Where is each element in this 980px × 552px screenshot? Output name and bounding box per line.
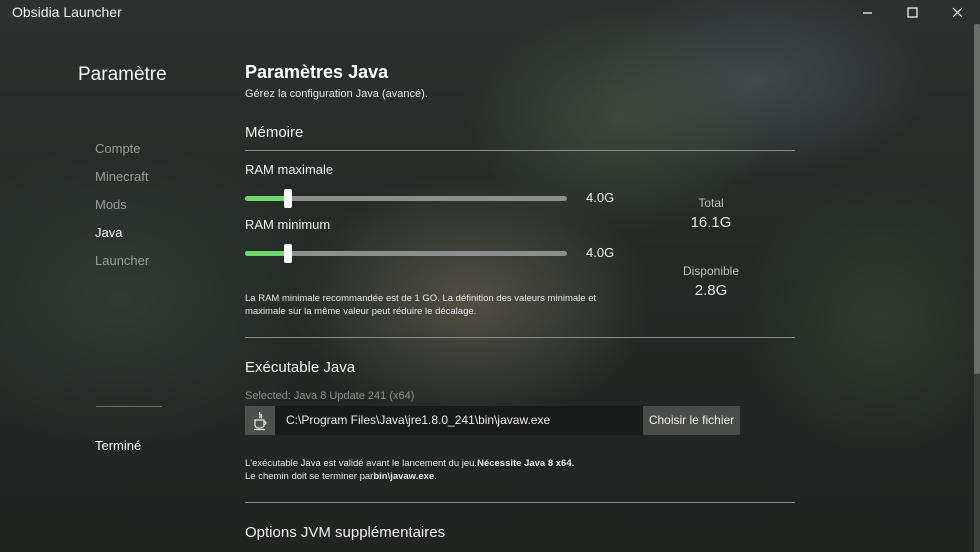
executable-heading: Exécutable Java (245, 359, 356, 376)
sidebar-item-java[interactable]: Java (95, 225, 149, 253)
java-selected-version: Selected: Java 8 Update 241 (x64) (245, 390, 415, 402)
ram-min-slider[interactable] (245, 244, 567, 263)
maximize-icon (907, 6, 918, 18)
ram-max-value: 4.0G (586, 190, 615, 205)
java-path-row: C:\Program Files\Java\jre1.8.0_241\bin\j… (245, 406, 740, 435)
jvm-divider (245, 502, 795, 503)
page-title: Paramètres Java (245, 62, 389, 82)
sidebar-item-mods[interactable]: Mods (95, 197, 149, 225)
maximize-button[interactable] (890, 0, 935, 24)
executable-note-line2: Le chemin doit se terminer parbin\javaw.… (245, 471, 437, 482)
ram-min-slider-fill (245, 251, 288, 256)
ram-min-slider-thumb[interactable] (284, 244, 292, 263)
ram-available-label: Disponible (682, 264, 740, 278)
ram-min-value: 4.0G (586, 245, 615, 260)
sidebar-divider (96, 406, 162, 407)
choose-file-button[interactable]: Choisir le fichier (643, 406, 740, 435)
sidebar-nav: Compte Minecraft Mods Java Launcher (95, 141, 149, 281)
executable-note: L'exécutable Java est validé avant le la… (245, 457, 574, 483)
ram-total-label: Total (698, 196, 724, 210)
executable-divider-top (245, 337, 795, 338)
sidebar-title: Paramètre (78, 64, 167, 85)
sidebar-item-minecraft[interactable]: Minecraft (95, 169, 149, 197)
close-button[interactable] (935, 0, 980, 24)
scrollbar-thumb[interactable] (974, 24, 980, 374)
ram-available-value: 2.8G (694, 282, 728, 299)
ram-note: La RAM minimale recommandée est de 1 GO.… (245, 293, 597, 317)
sidebar-item-compte[interactable]: Compte (95, 141, 149, 169)
ram-max-slider-thumb[interactable] (284, 189, 292, 208)
java-path-field[interactable]: C:\Program Files\Java\jre1.8.0_241\bin\j… (275, 406, 643, 435)
ram-max-label: RAM maximale (245, 162, 334, 177)
done-button[interactable]: Terminé (95, 438, 141, 453)
ram-min-slider-track[interactable] (245, 251, 567, 256)
minimize-button[interactable] (845, 0, 890, 24)
title-bar: Obsidia Launcher (0, 0, 980, 24)
page-subtitle: Gérez la configuration Java (avancé). (245, 88, 428, 100)
memory-divider (245, 150, 795, 151)
settings-sidebar: Paramètre Compte Minecraft Mods Java Lau… (0, 24, 200, 552)
ram-total-value: 16.1G (690, 214, 732, 231)
settings-scrollbar[interactable] (974, 24, 980, 552)
ram-max-slider-track[interactable] (245, 196, 567, 201)
ram-max-slider[interactable] (245, 189, 567, 208)
minimize-icon (863, 11, 872, 14)
executable-note-line1: L'exécutable Java est validé avant le la… (245, 458, 575, 469)
java-icon (245, 406, 275, 435)
app-title: Obsidia Launcher (12, 4, 122, 20)
ram-min-label: RAM minimum (245, 217, 331, 232)
jvm-options-heading: Options JVM supplémentaires (245, 524, 446, 541)
memory-heading: Mémoire (245, 124, 304, 141)
close-icon (952, 7, 963, 17)
window-controls (845, 0, 980, 24)
sidebar-item-launcher[interactable]: Launcher (95, 253, 149, 281)
java-settings-panel: Paramètres Java Gérez la configuration J… (245, 24, 805, 552)
ram-max-slider-fill (245, 196, 288, 201)
